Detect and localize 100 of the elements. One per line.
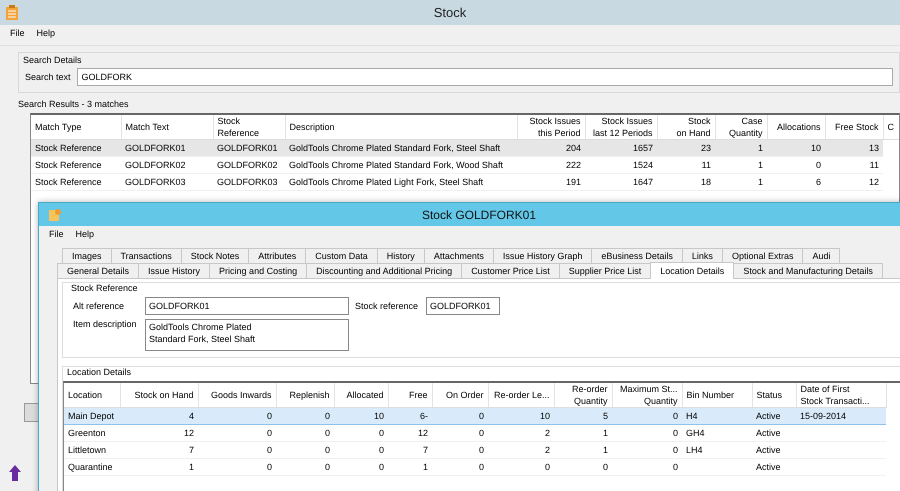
table-cell[interactable]: Stock Reference <box>31 174 121 190</box>
table-cell[interactable]: 222 <box>517 156 585 174</box>
menu-item[interactable]: Help <box>36 28 56 42</box>
table-cell[interactable]: 1647 <box>585 174 657 190</box>
table-cell[interactable]: 0 <box>612 424 682 442</box>
table-cell[interactable]: 2 <box>488 424 554 442</box>
table-cell[interactable]: H4 <box>682 408 752 424</box>
table-cell[interactable]: GOLDFORK02 <box>121 156 213 174</box>
table-cell[interactable]: Quarantine <box>64 458 120 476</box>
table-cell[interactable]: 1657 <box>585 140 657 156</box>
table-cell[interactable]: Active <box>752 442 796 458</box>
table-cell[interactable]: GoldTools Chrome Plated Standard Fork, Wood Shaft <box>285 156 517 174</box>
table-cell[interactable]: GoldTools Chrome Plated Light Fork, Steel Shaft <box>285 174 517 190</box>
table-cell[interactable]: 0 <box>767 156 825 174</box>
table-cell[interactable]: 1 <box>715 174 767 190</box>
table-cell[interactable]: 0 <box>198 458 276 476</box>
table-cell[interactable]: 0 <box>612 442 682 458</box>
table-cell[interactable]: 10 <box>488 408 554 424</box>
table-cell[interactable]: Active <box>752 458 796 476</box>
table-cell[interactable]: LH4 <box>682 442 752 458</box>
table-cell[interactable]: Stock Reference <box>31 156 121 174</box>
table-cell[interactable]: 1 <box>554 424 612 442</box>
table-cell[interactable]: 15-09-2014 <box>796 408 886 424</box>
search-field[interactable]: GOLDFORK <box>76 68 893 86</box>
table-cell[interactable]: GoldTools Chrome Plated Standard Fork, Steel Shaft <box>285 140 517 156</box>
table-cell[interactable]: 1 <box>554 442 612 458</box>
table-cell[interactable]: 0 <box>276 442 334 458</box>
table-cell[interactable]: 0 <box>612 408 682 424</box>
tab[interactable]: Discounting and Additional Pricing <box>306 263 462 278</box>
tab[interactable]: Audi <box>802 248 840 263</box>
table-cell[interactable]: 6- <box>388 408 432 424</box>
input-field[interactable]: GOLDFORK01 <box>145 297 349 315</box>
tab[interactable]: Optional Extras <box>722 248 804 263</box>
table-cell[interactable]: 18 <box>657 174 715 190</box>
table-cell[interactable]: 7 <box>388 442 432 458</box>
table-cell[interactable]: GOLDFORK01 <box>121 140 213 156</box>
table-cell[interactable]: GH4 <box>682 424 752 442</box>
table-cell[interactable]: 0 <box>554 458 612 476</box>
table-cell[interactable]: 1 <box>715 156 767 174</box>
table-cell[interactable]: 1524 <box>585 156 657 174</box>
table-cell[interactable]: 0 <box>334 424 388 442</box>
menu-item[interactable]: Help <box>76 229 94 243</box>
table-cell[interactable]: 0 <box>432 458 488 476</box>
table-cell[interactable]: 7 <box>120 442 198 458</box>
table-cell[interactable]: 12 <box>825 174 883 190</box>
input-field[interactable]: GOLDFORK01 <box>426 297 500 315</box>
table-cell[interactable]: 4 <box>120 408 198 424</box>
table-cell[interactable]: Greenton <box>64 424 120 442</box>
tab[interactable]: History <box>376 248 425 263</box>
table-cell[interactable]: 10 <box>767 140 825 156</box>
table-cell[interactable]: GOLDFORK02 <box>213 156 285 174</box>
column-header[interactable]: C <box>883 115 899 140</box>
table-cell[interactable]: 1 <box>388 458 432 476</box>
table-cell[interactable]: Stock Reference <box>31 140 121 156</box>
table-cell[interactable]: 0 <box>334 442 388 458</box>
table-cell[interactable]: 0 <box>432 424 488 442</box>
table-cell[interactable]: 2 <box>488 442 554 458</box>
table-cell[interactable]: 10 <box>334 408 388 424</box>
table-cell[interactable]: 12 <box>388 424 432 442</box>
table-cell[interactable]: GOLDFORK01 <box>213 140 285 156</box>
table-cell[interactable]: GOLDFORK03 <box>121 174 213 190</box>
table-cell[interactable]: 0 <box>334 458 388 476</box>
table-cell[interactable]: Active <box>752 408 796 424</box>
table-cell[interactable]: 0 <box>612 458 682 476</box>
tab[interactable]: Location Details <box>650 262 734 279</box>
table-cell[interactable]: Littletown <box>64 442 120 458</box>
table-cell[interactable]: 11 <box>657 156 715 174</box>
table-cell[interactable]: 0 <box>432 408 488 424</box>
table-cell[interactable]: 0 <box>276 408 334 424</box>
tab[interactable]: Supplier Price List <box>558 263 652 278</box>
table-cell[interactable]: 0 <box>488 458 554 476</box>
menu-item[interactable]: File <box>10 28 25 42</box>
table-cell[interactable]: 23 <box>657 140 715 156</box>
table-cell[interactable]: 1 <box>715 140 767 156</box>
table-cell[interactable]: 6 <box>767 174 825 190</box>
table-cell[interactable]: 0 <box>276 424 334 442</box>
table-cell[interactable]: 13 <box>825 140 883 156</box>
table-cell[interactable]: 0 <box>432 442 488 458</box>
table-cell[interactable]: Main Depot <box>64 408 120 424</box>
table-cell[interactable]: Active <box>752 424 796 442</box>
tab[interactable]: Issue History Graph <box>492 248 592 263</box>
up-arrow-icon[interactable] <box>8 465 22 481</box>
tab[interactable]: Images <box>62 248 112 263</box>
table-cell[interactable]: 1 <box>120 458 198 476</box>
tab[interactable]: Pricing and Costing <box>209 263 308 278</box>
table-cell[interactable]: 0 <box>198 424 276 442</box>
tab[interactable]: General Details <box>57 263 140 278</box>
table-cell[interactable]: 191 <box>517 174 585 190</box>
tab[interactable]: Stock and Manufacturing Details <box>733 263 883 278</box>
table-cell[interactable]: 12 <box>120 424 198 442</box>
input-field[interactable]: GoldTools Chrome Plated Standard Fork, Steel Shaft <box>145 319 349 351</box>
tab[interactable]: Issue History <box>138 263 210 278</box>
menu-item[interactable]: File <box>49 229 64 243</box>
table-cell[interactable]: GOLDFORK03 <box>213 174 285 190</box>
table-cell[interactable]: 0 <box>198 442 276 458</box>
table-cell[interactable]: 204 <box>517 140 585 156</box>
table-cell[interactable]: 5 <box>554 408 612 424</box>
table-cell[interactable]: 0 <box>276 458 334 476</box>
table-cell[interactable]: 0 <box>198 408 276 424</box>
table-cell[interactable]: 11 <box>825 156 883 174</box>
